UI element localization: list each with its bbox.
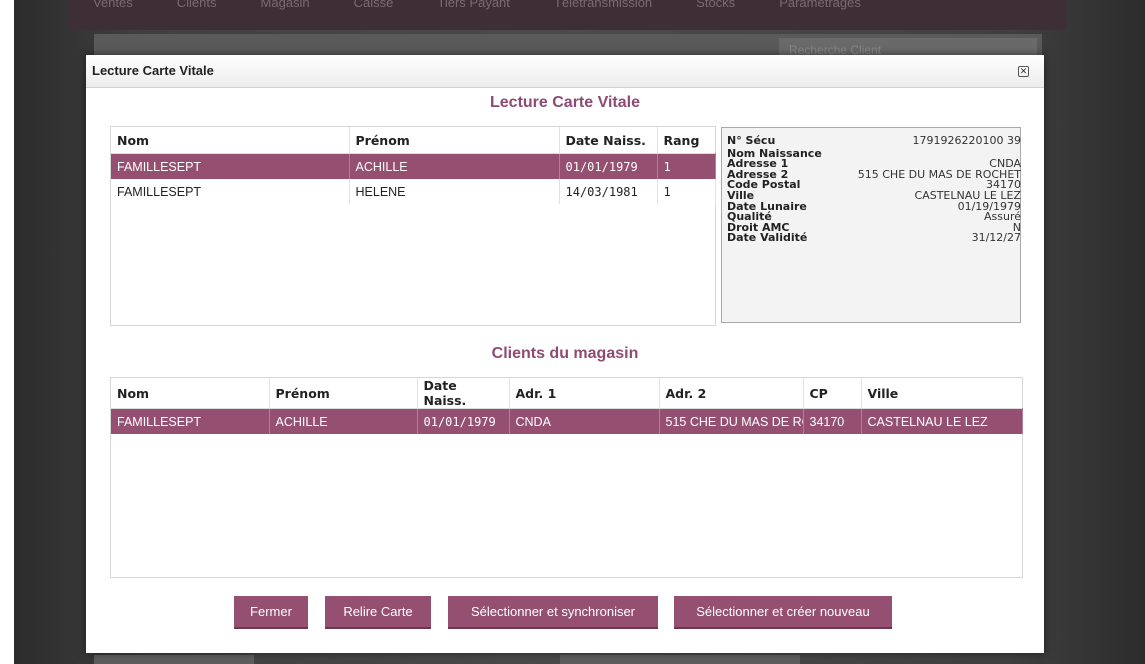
cell-date-naiss: 01/01/1979 — [417, 408, 510, 434]
detail-row-date-validite: Date Validité 31/12/27 — [727, 233, 1021, 244]
lecture-carte-vitale-dialog: Lecture Carte Vitale ✕ Lecture Carte Vit… — [86, 55, 1044, 653]
cell-date-naiss: 01/01/1979 — [559, 153, 658, 179]
detail-row-secu: N° Sécu 1791926220100 39 — [727, 134, 1021, 147]
nav-item-parametrages[interactable]: Paramétrages — [779, 0, 861, 30]
cell-ville: CASTELNAU LE LEZ — [861, 408, 1023, 434]
clients-table: Nom Prénom Date Naiss. Adr. 1 Adr. 2 CP … — [110, 377, 1023, 578]
app-bottom-panel — [94, 655, 254, 664]
column-header-nom[interactable]: Nom — [111, 127, 350, 154]
detail-value: 31/12/27 — [971, 231, 1021, 245]
app-bottom-panel — [560, 655, 800, 664]
select-sync-button[interactable]: Sélectionner et synchroniser — [448, 596, 658, 629]
nav-item-magasin[interactable]: Magasin — [261, 0, 310, 30]
nav-item-tiers-payant[interactable]: Tiers Payant — [437, 0, 510, 30]
column-header-rang[interactable]: Rang — [657, 127, 715, 154]
column-header-cp[interactable]: CP — [803, 378, 862, 409]
table-header-row: Nom Prénom Date Naiss. Rang — [111, 127, 715, 154]
cell-adr-1: CNDA — [509, 408, 660, 434]
column-header-prenom[interactable]: Prénom — [349, 127, 560, 154]
app-main-nav: Ventes Clients Magasin Caisse Tiers Paya… — [67, 0, 1067, 30]
nav-item-caisse[interactable]: Caisse — [354, 0, 394, 30]
carte-beneficiaries-table: Nom Prénom Date Naiss. Rang FAMILLESEPT … — [110, 126, 716, 326]
column-header-date-naiss[interactable]: Date Naiss. — [417, 378, 510, 409]
dialog-title: Lecture Carte Vitale — [92, 63, 214, 78]
carte-section-title: Lecture Carte Vitale — [490, 94, 640, 111]
column-header-prenom[interactable]: Prénom — [269, 378, 418, 409]
dialog-header: Lecture Carte Vitale ✕ — [86, 55, 1044, 88]
nav-item-stocks[interactable]: Stocks — [696, 0, 735, 30]
column-header-date-naiss[interactable]: Date Naiss. — [559, 127, 658, 154]
cell-nom: FAMILLESEPT — [111, 153, 350, 179]
carte-details-panel: N° Sécu 1791926220100 39 Nom Naissance A… — [721, 127, 1021, 323]
nav-item-teletransmission[interactable]: Télétransmission — [554, 0, 652, 30]
page-margin — [0, 0, 14, 664]
cell-prenom: ACHILLE — [349, 153, 560, 179]
column-header-adr-2[interactable]: Adr. 2 — [659, 378, 804, 409]
table-row[interactable]: FAMILLESEPT HELENE 14/03/1981 1 — [111, 179, 716, 204]
cell-rang: 1 — [657, 179, 716, 204]
cell-nom: FAMILLESEPT — [111, 408, 270, 434]
column-header-adr-1[interactable]: Adr. 1 — [509, 378, 660, 409]
select-create-new-button[interactable]: Sélectionner et créer nouveau — [674, 596, 892, 629]
fermer-button[interactable]: Fermer — [234, 596, 308, 629]
relire-carte-button[interactable]: Relire Carte — [325, 596, 431, 629]
table-row[interactable]: FAMILLESEPT ACHILLE 01/01/1979 1 — [111, 153, 716, 179]
nav-item-ventes[interactable]: Ventes — [93, 0, 133, 30]
cell-prenom: ACHILLE — [269, 408, 418, 434]
clients-section-title: Clients du magasin — [491, 345, 639, 362]
detail-value: 1791926220100 39 — [912, 134, 1021, 147]
cell-date-naiss: 14/03/1981 — [559, 179, 658, 204]
table-header-row: Nom Prénom Date Naiss. Adr. 1 Adr. 2 CP … — [111, 378, 1022, 409]
detail-label: N° Sécu — [727, 134, 776, 147]
cell-rang: 1 — [657, 153, 716, 179]
column-header-nom[interactable]: Nom — [111, 378, 270, 409]
cell-nom: FAMILLESEPT — [111, 179, 350, 204]
close-icon[interactable]: ✕ — [1018, 66, 1029, 77]
table-row[interactable]: FAMILLESEPT ACHILLE 01/01/1979 CNDA 515 … — [111, 408, 1023, 434]
cell-prenom: HELENE — [349, 179, 560, 204]
nav-item-clients[interactable]: Clients — [177, 0, 217, 30]
cell-adr-2: 515 CHE DU MAS DE RC — [659, 408, 804, 434]
column-header-ville[interactable]: Ville — [861, 378, 1022, 409]
detail-label: Date Validité — [727, 231, 808, 245]
cell-cp: 34170 — [803, 408, 862, 434]
